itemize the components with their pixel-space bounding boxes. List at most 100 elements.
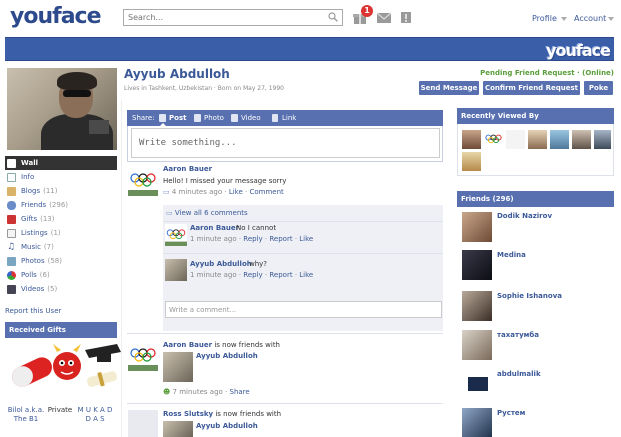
avatar[interactable]: [165, 224, 187, 246]
menu-item-gifts[interactable]: Gifts (13): [5, 212, 117, 226]
account-link[interactable]: Account: [574, 14, 606, 23]
photo-glasses: [63, 90, 91, 97]
post-author[interactable]: Ross Slutsky: [163, 410, 213, 418]
friend-avatar[interactable]: [462, 250, 492, 280]
chevron-down-icon[interactable]: [608, 17, 614, 21]
report-link[interactable]: Report: [269, 235, 292, 243]
menu-item-label: Listings: [21, 229, 48, 237]
avatar[interactable]: [165, 259, 187, 281]
viewer-avatar[interactable]: [462, 152, 481, 171]
avatar[interactable]: [128, 410, 158, 437]
menu-item-videos[interactable]: Videos (5): [5, 282, 117, 296]
post-author[interactable]: Aaron Bauer: [163, 165, 212, 173]
comment-text: No I cannot: [236, 224, 277, 232]
viewer-avatar[interactable]: [528, 130, 547, 149]
menu-item-count: (6): [39, 271, 50, 279]
menu-item-blogs[interactable]: Blogs (11): [5, 184, 117, 198]
share-photo-tab[interactable]: Photo: [204, 114, 224, 122]
post-author[interactable]: Aaron Bauer: [163, 341, 212, 349]
view-all-comments[interactable]: ▭ View all 6 comments: [166, 209, 248, 217]
comment-input[interactable]: Write a comment...: [165, 301, 442, 318]
gifts-image[interactable]: [5, 340, 121, 402]
share-link[interactable]: Share: [230, 388, 250, 396]
friend-name[interactable]: Dodik Nazirov: [497, 212, 552, 220]
friend-thumbnail[interactable]: [163, 421, 193, 437]
friend-avatar[interactable]: [462, 291, 492, 321]
viewer-avatar[interactable]: [550, 130, 569, 149]
post-time: 4 minutes ago: [171, 188, 223, 196]
alerts-icon[interactable]: [399, 11, 413, 24]
friend-avatar[interactable]: [462, 369, 492, 399]
menu-item-wall[interactable]: Wall: [5, 156, 117, 170]
pending-status: Pending Friend Request · (Online): [480, 69, 614, 77]
menu-item-info[interactable]: Info: [5, 170, 117, 184]
friend-name[interactable]: Medina: [497, 251, 526, 259]
info-icon: [7, 172, 16, 182]
profile-photo[interactable]: [7, 68, 117, 150]
friend-name[interactable]: Рустем: [497, 409, 525, 417]
menu-item-count: (5): [47, 285, 58, 293]
menu-item-friends[interactable]: Friends (296): [5, 198, 117, 212]
post-text: is now friends with: [215, 410, 282, 418]
comment-author[interactable]: Aaron Bauer: [190, 224, 239, 232]
friend-name[interactable]: Sophie Ishanova: [497, 292, 562, 300]
menu-item-polls[interactable]: Polls (6): [5, 268, 117, 282]
status-input[interactable]: Write something...: [131, 128, 440, 158]
viewer-avatar[interactable]: [462, 130, 481, 149]
search-icon[interactable]: [328, 12, 338, 22]
friend-avatar[interactable]: [462, 330, 492, 360]
friend-name[interactable]: тахатумба: [497, 331, 539, 339]
like-link[interactable]: Like: [299, 271, 313, 279]
avatar[interactable]: [128, 341, 158, 371]
menu-item-label: Blogs: [21, 187, 41, 195]
viewer-avatar[interactable]: [506, 130, 525, 149]
wall-icon: [7, 158, 16, 168]
friend-name[interactable]: abdulmalik: [497, 370, 541, 378]
messages-icon[interactable]: [377, 11, 391, 24]
menu-item-photos[interactable]: Photos (58): [5, 254, 117, 268]
link-icon: [272, 114, 278, 122]
share-video-tab[interactable]: Video: [241, 114, 261, 122]
view-all-comments-link[interactable]: View all 6 comments: [175, 209, 248, 217]
menu-item-label: Wall: [21, 159, 38, 167]
friend-avatar[interactable]: [462, 408, 492, 437]
viewer-avatar[interactable]: [594, 130, 611, 149]
report-user-link[interactable]: Report this User: [5, 307, 61, 315]
search-input[interactable]: [124, 10, 314, 25]
profile-link[interactable]: Profile: [532, 14, 557, 23]
notification-badge: 1: [361, 5, 373, 17]
comment-meta: 1 minute ago · Reply · Report · Like: [190, 235, 314, 243]
photo-object: [89, 120, 109, 134]
menu-item-label: Videos: [21, 285, 45, 293]
share-post-tab[interactable]: Post: [169, 114, 186, 122]
share-link-tab[interactable]: Link: [282, 114, 296, 122]
friend-thumbnail[interactable]: [163, 352, 193, 382]
friend-avatar[interactable]: [462, 212, 492, 242]
comment-bubble-icon: ▭: [166, 209, 173, 217]
friend-name-link[interactable]: Ayyub Abdulloh: [196, 422, 258, 430]
reply-link[interactable]: Reply: [243, 271, 262, 279]
confirm-friend-button[interactable]: Confirm Friend Request: [483, 81, 580, 95]
menu-item-music[interactable]: ♫ Music (7): [5, 240, 117, 254]
post-meta: ☻ 7 minutes ago · Share: [163, 388, 250, 396]
gift-sender-1[interactable]: Bilol a.k.a. The B1: [7, 406, 45, 424]
poke-button[interactable]: Poke: [584, 81, 613, 95]
chevron-down-icon[interactable]: [561, 17, 567, 21]
divider: [163, 221, 443, 222]
report-link[interactable]: Report: [269, 271, 292, 279]
menu-item-listings[interactable]: Listings (1): [5, 226, 117, 240]
viewer-avatar[interactable]: [572, 130, 591, 149]
reply-link[interactable]: Reply: [243, 235, 262, 243]
site-logo[interactable]: youface: [10, 4, 101, 29]
like-link[interactable]: Like: [299, 235, 313, 243]
search-box[interactable]: [123, 9, 343, 26]
comment-author[interactable]: Ayyub Abdulloh: [190, 260, 252, 268]
send-message-button[interactable]: Send Message: [419, 81, 479, 95]
gift-sender-3[interactable]: M U K A D D A S: [77, 406, 113, 424]
like-link[interactable]: Like: [229, 188, 243, 196]
comment-link[interactable]: Comment: [249, 188, 283, 196]
friend-name-link[interactable]: Ayyub Abdulloh: [196, 352, 258, 360]
post-text: Hello! I missed your message sorry: [163, 177, 287, 185]
avatar[interactable]: [128, 166, 158, 196]
viewer-avatar[interactable]: [484, 130, 503, 149]
